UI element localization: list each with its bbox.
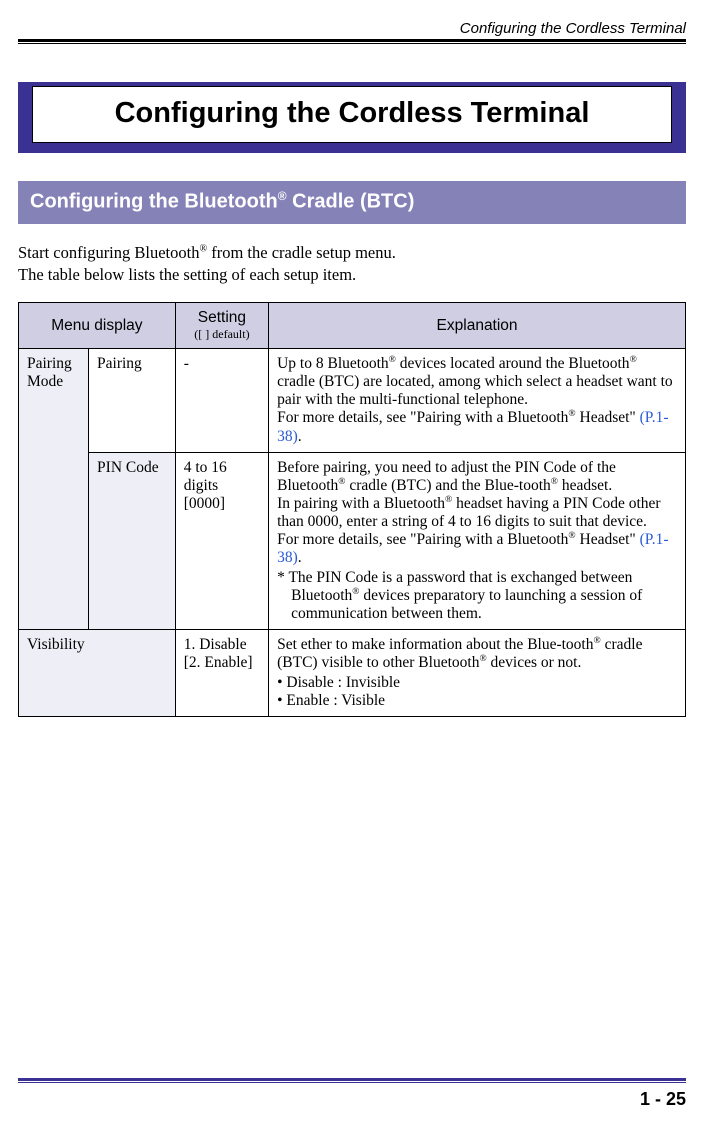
section-heading: Configuring the Bluetooth® Cradle (BTC) <box>18 181 686 224</box>
registered-mark: ® <box>594 636 601 646</box>
cell-pincode-expl: Before pairing, you need to adjust the P… <box>269 452 686 630</box>
header-rule-thick <box>18 39 686 42</box>
th-explanation: Explanation <box>269 303 686 349</box>
registered-mark: ® <box>551 477 558 487</box>
cell-visibility-expl: Set ether to make information about the … <box>269 630 686 717</box>
bullet-disable: • Disable : Invisible <box>277 674 677 692</box>
table-row: Visibility 1. Disable [2. Enable] Set et… <box>19 630 686 717</box>
cell-pincode-setting: 4 to 16 digits [0000] <box>175 452 268 630</box>
footer-rule-thin <box>18 1082 686 1083</box>
page-title-banner: Configuring the Cordless Terminal <box>18 82 686 153</box>
section-heading-post: Cradle (BTC) <box>287 191 415 213</box>
th-setting-sub: ([ ] default) <box>184 327 260 342</box>
cell-visibility-setting: 1. Disable [2. Enable] <box>175 630 268 717</box>
cell-pincode-sub: PIN Code <box>89 452 176 630</box>
running-header: Configuring the Cordless Terminal <box>18 20 686 37</box>
page-footer: 1 - 25 <box>18 1078 686 1110</box>
visibility-bullets: • Disable : Invisible • Enable : Visible <box>277 674 677 710</box>
table-row: PIN Code 4 to 16 digits [0000] Before pa… <box>19 452 686 630</box>
registered-mark: ® <box>389 355 396 365</box>
header-rule-thin <box>18 43 686 44</box>
settings-table: Menu display Setting ([ ] default) Expla… <box>18 302 686 717</box>
cell-visibility: Visibility <box>19 630 176 717</box>
bullet-enable: • Enable : Visible <box>277 692 677 710</box>
registered-mark: ® <box>479 654 486 664</box>
registered-mark: ® <box>630 355 637 365</box>
pincode-note: * The PIN Code is a password that is exc… <box>277 569 677 623</box>
table-row: Pairing Mode Pairing - Up to 8 Bluetooth… <box>19 349 686 452</box>
page-title-box: Configuring the Cordless Terminal <box>32 86 672 143</box>
th-setting: Setting ([ ] default) <box>175 303 268 349</box>
registered-mark: ® <box>199 243 207 254</box>
intro-paragraph: Start configuring Bluetooth® from the cr… <box>18 242 686 287</box>
intro-line1-post: from the cradle setup menu. <box>207 243 396 262</box>
registered-mark: ® <box>568 409 575 419</box>
intro-line2: The table below lists the setting of eac… <box>18 265 356 284</box>
page-title: Configuring the Cordless Terminal <box>41 97 663 130</box>
section-heading-pre: Configuring the Bluetooth <box>30 191 278 213</box>
cell-pairing-sub: Pairing <box>89 349 176 452</box>
th-setting-label: Setting <box>198 309 246 326</box>
footer-rule-thick <box>18 1078 686 1081</box>
cell-pairing-mode: Pairing Mode <box>19 349 89 630</box>
page-number: 1 - 25 <box>18 1089 686 1110</box>
table-header-row: Menu display Setting ([ ] default) Expla… <box>19 303 686 349</box>
registered-mark: ® <box>568 531 575 541</box>
cell-pairing-setting: - <box>175 349 268 452</box>
registered-mark: ® <box>278 189 287 203</box>
intro-line1-pre: Start configuring Bluetooth <box>18 243 199 262</box>
th-menu: Menu display <box>19 303 176 349</box>
cell-pairing-expl: Up to 8 Bluetooth® devices located aroun… <box>269 349 686 452</box>
